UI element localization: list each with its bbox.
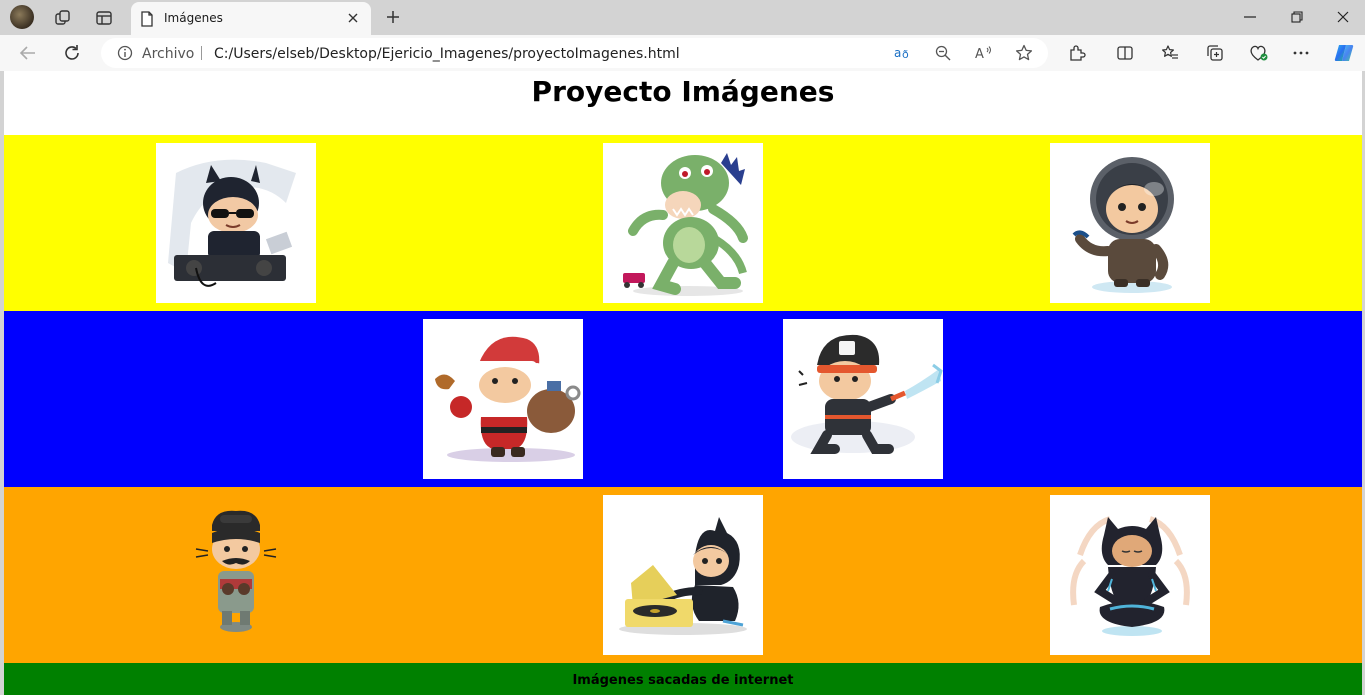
collections-icon[interactable] <box>1202 40 1228 66</box>
octocat-mustache-figure-image <box>156 495 316 655</box>
workspaces-icon[interactable] <box>50 5 76 31</box>
tab-active[interactable]: Imágenes <box>131 2 371 35</box>
restore-button[interactable] <box>1277 4 1317 30</box>
octocat-santa-image <box>423 319 583 479</box>
svg-text:A: A <box>975 47 984 61</box>
page-viewport: Proyecto Imágenes Imágenes sacadas de in… <box>4 71 1362 695</box>
tab-actions-icon[interactable] <box>91 5 117 31</box>
refresh-button[interactable] <box>59 40 85 66</box>
page-footer: Imágenes sacadas de internet <box>4 663 1362 695</box>
browser-toolbar: Archivo C:/Users/elseb/Desktop/Ejericio_… <box>0 35 1365 71</box>
page-title: Proyecto Imágenes <box>531 75 835 108</box>
favorites-icon[interactable] <box>1157 40 1183 66</box>
octocat-firefighter-image <box>783 319 943 479</box>
image-row-2 <box>4 311 1362 487</box>
translate-icon[interactable]: að <box>894 43 914 63</box>
info-icon[interactable] <box>117 45 133 61</box>
footer-text: Imágenes sacadas de internet <box>572 673 794 688</box>
close-window-button[interactable] <box>1323 4 1363 30</box>
address-separator <box>201 46 202 60</box>
octocat-record-player-image <box>603 495 763 655</box>
copilot-icon[interactable] <box>1331 40 1357 66</box>
origin-label: Archivo <box>142 46 195 62</box>
back-button[interactable] <box>15 40 41 66</box>
svg-text:a: a <box>894 46 901 60</box>
zoom-out-icon[interactable] <box>933 43 953 63</box>
octocat-meditating-image <box>1050 495 1210 655</box>
octocat-dinosaur-image <box>603 143 763 303</box>
browser-essentials-icon[interactable] <box>1246 40 1272 66</box>
favorite-star-icon[interactable] <box>1014 43 1034 63</box>
image-row-1 <box>4 135 1362 311</box>
profile-avatar[interactable] <box>10 5 34 29</box>
more-options-icon[interactable] <box>1288 40 1314 66</box>
split-screen-icon[interactable] <box>1112 40 1138 66</box>
address-bar[interactable]: Archivo C:/Users/elseb/Desktop/Ejericio_… <box>101 38 1048 68</box>
image-row-3 <box>4 487 1362 663</box>
close-tab-icon[interactable] <box>344 9 362 27</box>
octocat-dj-image <box>156 143 316 303</box>
new-tab-button[interactable] <box>381 5 405 29</box>
url-text[interactable]: C:/Users/elseb/Desktop/Ejericio_Imagenes… <box>214 46 680 62</box>
minimize-button[interactable] <box>1230 4 1270 30</box>
tab-title: Imágenes <box>164 11 223 25</box>
page-file-icon <box>140 11 154 27</box>
extensions-icon[interactable] <box>1064 40 1090 66</box>
svg-text:ð: ð <box>902 48 909 61</box>
octocat-astronaut-image <box>1050 143 1210 303</box>
read-aloud-icon[interactable]: A <box>974 43 994 63</box>
browser-tab-strip: Imágenes <box>0 0 1365 35</box>
